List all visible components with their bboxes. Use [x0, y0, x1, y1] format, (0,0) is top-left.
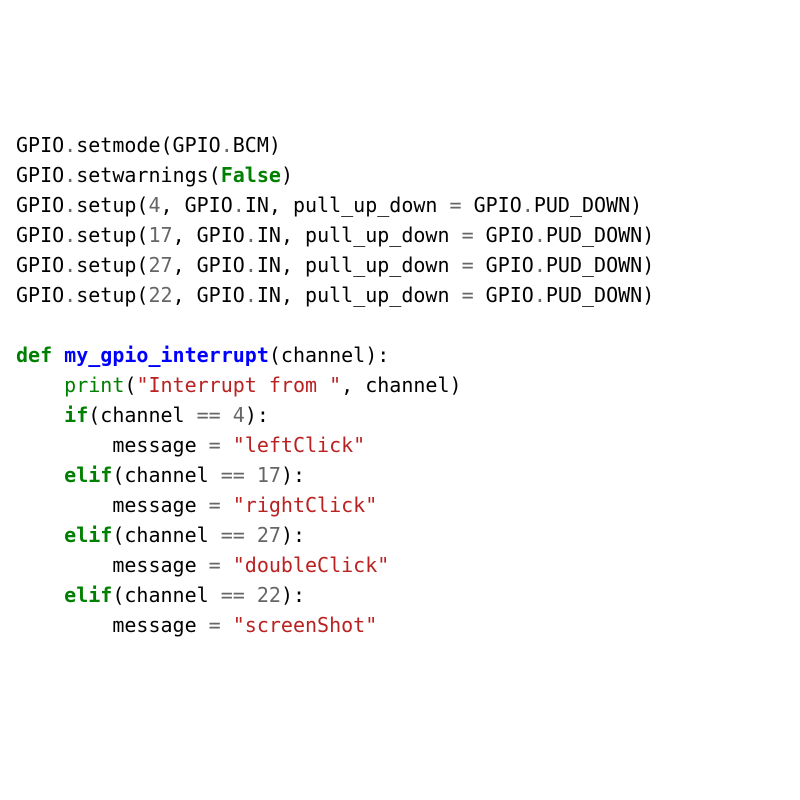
code-line-15: message = "doubleClick" — [16, 550, 784, 580]
code-line-8: def my_gpio_interrupt(channel): — [16, 340, 784, 370]
code-line-10: if(channel == 4): — [16, 400, 784, 430]
code-line-14: elif(channel == 27): — [16, 520, 784, 550]
code-line-11: message = "leftClick" — [16, 430, 784, 460]
code-line-16: elif(channel == 22): — [16, 580, 784, 610]
code-block: GPIO.setmode(GPIO.BCM)GPIO.setwarnings(F… — [16, 130, 784, 640]
code-line-9: print("Interrupt from ", channel) — [16, 370, 784, 400]
code-line-blank — [16, 310, 784, 340]
code-line-5: GPIO.setup(27, GPIO.IN, pull_up_down = G… — [16, 250, 784, 280]
code-line-13: message = "rightClick" — [16, 490, 784, 520]
code-line-6: GPIO.setup(22, GPIO.IN, pull_up_down = G… — [16, 280, 784, 310]
code-line-2: GPIO.setwarnings(False) — [16, 160, 784, 190]
code-line-17: message = "screenShot" — [16, 610, 784, 640]
code-line-12: elif(channel == 17): — [16, 460, 784, 490]
code-line-3: GPIO.setup(4, GPIO.IN, pull_up_down = GP… — [16, 190, 784, 220]
code-line-1: GPIO.setmode(GPIO.BCM) — [16, 130, 784, 160]
code-line-4: GPIO.setup(17, GPIO.IN, pull_up_down = G… — [16, 220, 784, 250]
